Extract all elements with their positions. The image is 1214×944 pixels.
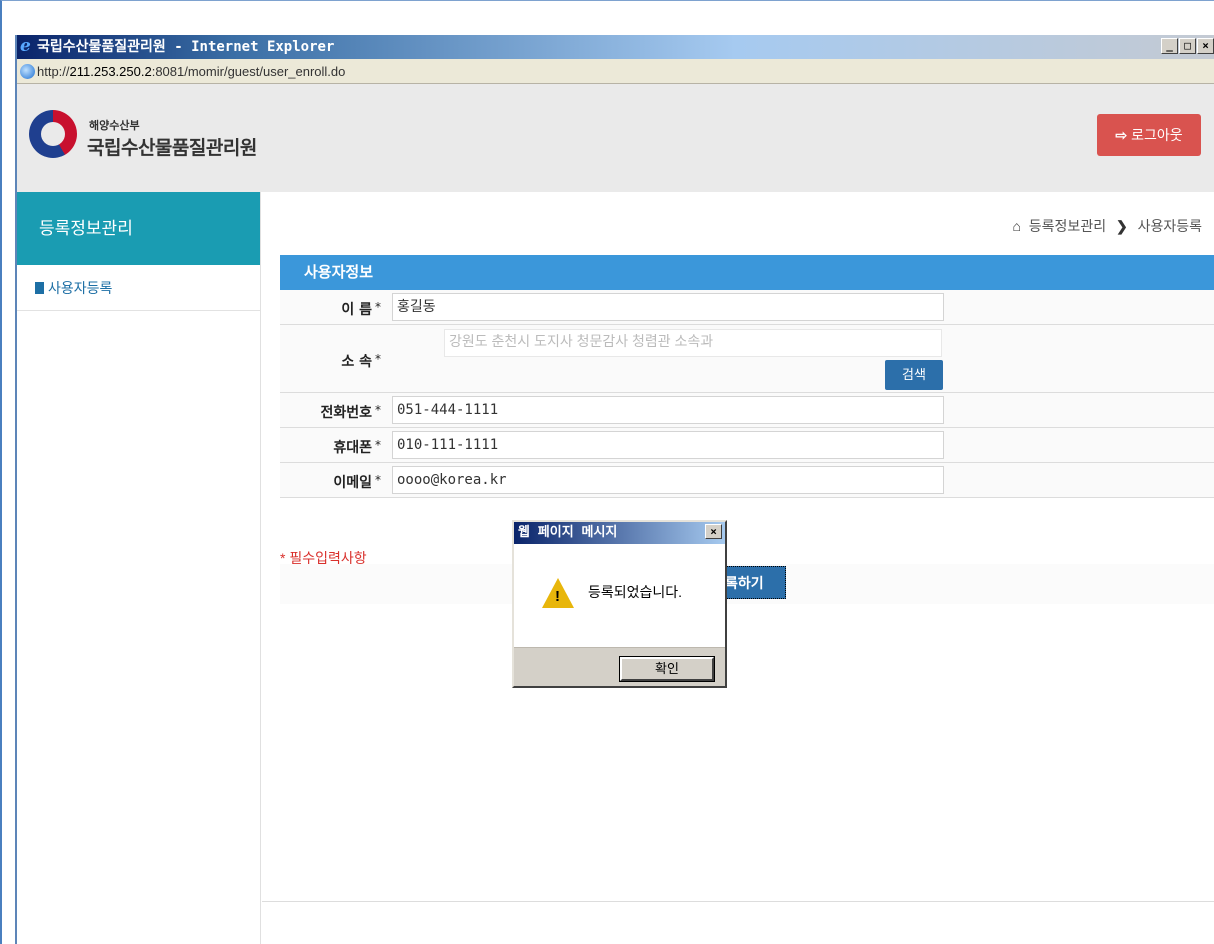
form-row-phone: 전화번호 * 051-444-1111 [280, 393, 1214, 428]
breadcrumb: ⌂ 등록정보관리 ❯ 사용자등록 [1012, 216, 1202, 236]
required-star: * [375, 438, 381, 452]
phone-field[interactable]: 051-444-1111 [392, 396, 944, 424]
form-row-email: 이메일 * oooo@korea.kr [280, 463, 1214, 498]
dialog-titlebar: 웹 페이지 메시지 × [514, 522, 725, 544]
mobile-label: 휴대폰 [333, 440, 372, 456]
email-field[interactable]: oooo@korea.kr [392, 466, 944, 494]
dialog-title: 웹 페이지 메시지 [518, 525, 618, 540]
message-dialog: 웹 페이지 메시지 × ! 등록되었습니다. 확인 [512, 520, 727, 688]
browser-titlebar: e 국립수산물품질관리원 - Internet Explorer _ □ × [17, 35, 1214, 59]
mobile-field[interactable]: 010-111-1111 [392, 431, 944, 459]
page-icon [20, 64, 35, 79]
sidebar: 등록정보관리 사용자등록 [17, 192, 261, 944]
form-heading: 사용자정보 [280, 255, 1214, 290]
main-content: ⌂ 등록정보관리 ❯ 사용자등록 사용자정보 이 름 * 홍길동 소 속 * 강… [262, 192, 1214, 902]
name-field[interactable]: 홍길동 [392, 293, 944, 321]
dialog-close-button[interactable]: × [705, 524, 722, 539]
dialog-message: 등록되었습니다. [588, 584, 683, 600]
required-star: * [375, 300, 381, 314]
organization-name: 국립수산물품질관리원 [87, 138, 257, 159]
site-header: 해양수산부 국립수산물품질관리원 ⇨ 로그아웃 [17, 84, 1214, 192]
sidebar-item-label: 사용자등록 [48, 280, 113, 296]
minimize-button[interactable]: _ [1161, 38, 1178, 54]
user-info-form: 사용자정보 이 름 * 홍길동 소 속 * 강원도 춘천시 도지사 청문감사 청… [280, 255, 1214, 500]
ministry-name: 해양수산부 [89, 120, 140, 132]
document-icon [35, 282, 44, 294]
form-row-mobile: 휴대폰 * 010-111-1111 [280, 428, 1214, 463]
required-star: * [375, 352, 381, 366]
logout-button[interactable]: ⇨ 로그아웃 [1097, 114, 1201, 156]
dialog-body: ! 등록되었습니다. [514, 544, 725, 648]
home-icon[interactable]: ⌂ [1012, 218, 1020, 234]
logout-label: 로그아웃 [1131, 127, 1183, 143]
required-star: * [375, 473, 381, 487]
affiliation-field[interactable]: 강원도 춘천시 도지사 청문감사 청렴관 소속과 [444, 329, 942, 357]
logout-icon: ⇨ [1115, 127, 1128, 143]
form-row-affiliation: 소 속 * 강원도 춘천시 도지사 청문감사 청렴관 소속과 검색 [280, 325, 1214, 393]
form-row-name: 이 름 * 홍길동 [280, 290, 1214, 325]
sidebar-heading: 등록정보관리 [17, 192, 260, 265]
phone-label: 전화번호 [320, 405, 372, 421]
maximize-button[interactable]: □ [1179, 38, 1196, 54]
government-logo-icon [29, 110, 77, 158]
browser-window: e 국립수산물품질관리원 - Internet Explorer _ □ × h… [15, 35, 1214, 944]
close-button[interactable]: × [1197, 38, 1214, 54]
name-label: 이 름 [341, 302, 372, 318]
affiliation-label: 소 속 [341, 354, 372, 370]
window-controls: _ □ × [1161, 38, 1214, 54]
required-star: * [375, 403, 381, 417]
window-title: 국립수산물품질관리원 - Internet Explorer [37, 39, 335, 55]
breadcrumb-level2: 사용자등록 [1137, 218, 1202, 234]
search-button[interactable]: 검색 [885, 360, 943, 390]
ie-logo-icon: e [20, 36, 31, 56]
sidebar-item-user-register[interactable]: 사용자등록 [17, 265, 260, 311]
address-bar[interactable]: http://211.253.250.2:8081/momir/guest/us… [17, 59, 1214, 84]
breadcrumb-level1[interactable]: 등록정보관리 [1029, 218, 1106, 234]
chevron-right-icon: ❯ [1115, 218, 1128, 234]
email-label: 이메일 [333, 475, 372, 491]
warning-mark: ! [555, 588, 560, 605]
url-text: http://211.253.250.2:8081/momir/guest/us… [37, 64, 346, 79]
ok-button[interactable]: 확인 [619, 656, 715, 682]
